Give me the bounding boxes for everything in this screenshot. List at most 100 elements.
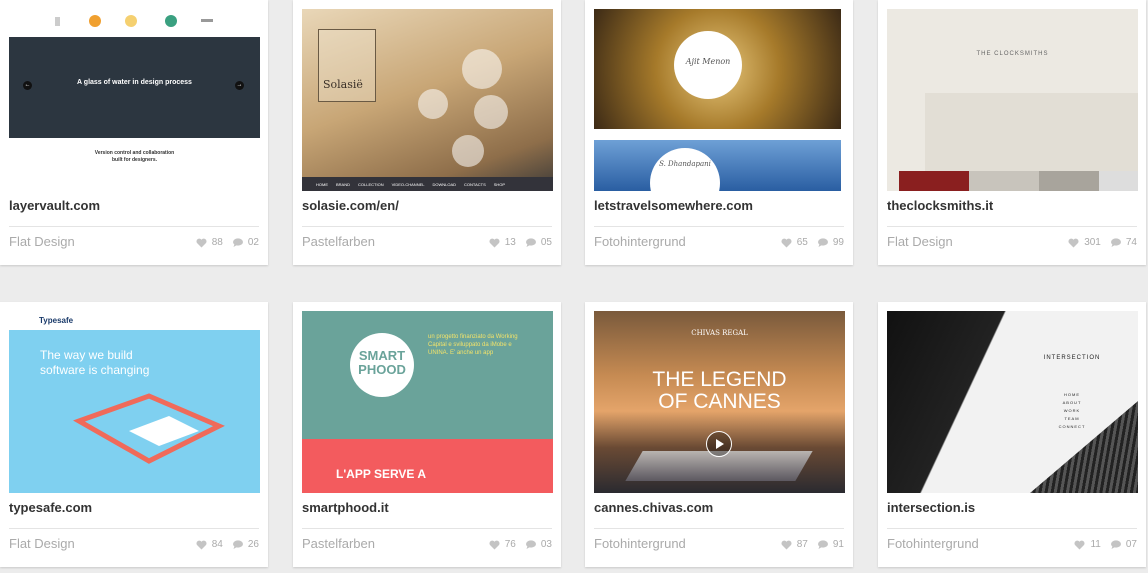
- comment-count-value: 02: [247, 237, 259, 248]
- site-thumbnail[interactable]: Solasië HOME BRAND COLLECTION VIDEO-CHAN…: [302, 9, 553, 191]
- category-link[interactable]: Pastelfarben: [302, 536, 375, 551]
- thumb-logo-line: PHOOD: [358, 362, 406, 377]
- thumb-logo: Solasië: [323, 78, 363, 91]
- site-thumbnail[interactable]: INTERSECTION HOME ABOUT WORK TEAM CONNEC…: [887, 311, 1138, 493]
- card-divider: [302, 226, 552, 227]
- like-count[interactable]: 11: [1074, 539, 1101, 550]
- thumb-headline: The way we build software is changing: [40, 348, 149, 378]
- thumb-circle: [452, 135, 484, 167]
- site-title[interactable]: solasie.com/en/: [302, 198, 399, 213]
- site-title[interactable]: theclocksmiths.it: [887, 198, 993, 213]
- like-count[interactable]: 88: [196, 237, 223, 248]
- like-count[interactable]: 65: [781, 237, 808, 248]
- thumb-circle: [474, 95, 508, 129]
- thumb-sub-line: Version control and collaboration: [94, 150, 175, 156]
- thumb-illustration: [73, 393, 225, 464]
- comment-bubble-icon: [1110, 540, 1121, 549]
- site-title[interactable]: intersection.is: [887, 500, 975, 515]
- card-stats: 301 74: [1068, 237, 1137, 248]
- thumb-menu-item: WORK: [1063, 408, 1081, 413]
- site-title[interactable]: letstravelsomewhere.com: [594, 198, 753, 213]
- comment-count[interactable]: 03: [525, 539, 552, 550]
- thumb-nav-item: DOWNLOAD: [432, 181, 457, 187]
- thumb-brand-block: INTERSECTION HOME ABOUT WORK TEAM CONNEC…: [1037, 355, 1107, 431]
- comment-bubble-icon: [817, 238, 828, 247]
- comment-count-value: 26: [247, 539, 259, 550]
- category-link[interactable]: Flat Design: [9, 536, 75, 551]
- heart-icon: [489, 238, 500, 247]
- site-thumbnail[interactable]: Ajit Menon S. Dhandapani: [594, 9, 845, 191]
- comment-count-value: 03: [540, 539, 552, 550]
- category-link[interactable]: Fotohintergrund: [594, 536, 686, 551]
- site-thumbnail[interactable]: SMART PHOOD un progetto finanziato da Wo…: [302, 311, 553, 493]
- site-thumbnail[interactable]: THE CLOCKSMITHS: [887, 9, 1138, 191]
- heart-icon: [781, 238, 792, 247]
- site-card[interactable]: Typesafe The way we build software is ch…: [0, 302, 268, 567]
- site-title[interactable]: typesafe.com: [9, 500, 92, 515]
- thumb-nav-item: BRAND: [336, 181, 351, 187]
- card-divider: [594, 226, 844, 227]
- like-count[interactable]: 13: [489, 237, 516, 248]
- thumb-headline-line: The way we build: [40, 348, 133, 362]
- thumb-headline-line: OF CANNES: [658, 390, 781, 413]
- thumb-logo-bubble: SMART PHOOD: [350, 333, 414, 397]
- category-link[interactable]: Flat Design: [9, 234, 75, 249]
- play-icon[interactable]: [706, 431, 732, 457]
- site-card[interactable]: ← A glass of water in design process → V…: [0, 0, 268, 265]
- comment-count[interactable]: 02: [232, 237, 259, 248]
- site-card[interactable]: INTERSECTION HOME ABOUT WORK TEAM CONNEC…: [878, 302, 1146, 567]
- thumb-topbar: [9, 9, 260, 37]
- category-link[interactable]: Fotohintergrund: [887, 536, 979, 551]
- card-divider: [594, 528, 844, 529]
- thumb-brand: CHIVAS REGAL: [691, 329, 748, 337]
- category-link[interactable]: Flat Design: [887, 234, 953, 249]
- comment-bubble-icon: [525, 238, 536, 247]
- comment-count[interactable]: 07: [1110, 539, 1137, 550]
- comment-count[interactable]: 91: [817, 539, 844, 550]
- thumb-logo-line: SMART: [358, 348, 406, 363]
- card-divider: [9, 226, 259, 227]
- heart-icon: [1074, 540, 1085, 549]
- comment-count[interactable]: 05: [525, 237, 552, 248]
- comment-count-value: 91: [832, 539, 844, 550]
- site-card[interactable]: CHIVAS REGAL THE LEGEND OF CANNES cannes…: [585, 302, 853, 567]
- thumb-tagline: un progetto finanziato da Working Capita…: [428, 334, 518, 356]
- comment-count[interactable]: 99: [817, 237, 844, 248]
- thumb-headline-line: THE LEGEND: [652, 368, 787, 391]
- like-count[interactable]: 87: [781, 539, 808, 550]
- comment-count[interactable]: 74: [1110, 237, 1137, 248]
- site-card[interactable]: Ajit Menon S. Dhandapani letstravelsomew…: [585, 0, 853, 265]
- comment-count-value: 74: [1125, 237, 1137, 248]
- card-divider: [9, 528, 259, 529]
- card-stats: 84 26: [196, 539, 259, 550]
- like-count[interactable]: 301: [1068, 237, 1101, 248]
- thumb-circle: Ajit Menon: [674, 31, 742, 99]
- like-count-value: 11: [1090, 539, 1101, 550]
- thumb-headline-line: software is changing: [40, 363, 150, 377]
- site-thumbnail[interactable]: CHIVAS REGAL THE LEGEND OF CANNES: [594, 311, 845, 493]
- comment-count[interactable]: 26: [232, 539, 259, 550]
- thumb-dome-photo: Ajit Menon: [594, 9, 841, 129]
- site-title[interactable]: cannes.chivas.com: [594, 500, 713, 515]
- site-title[interactable]: smartphood.it: [302, 500, 389, 515]
- comment-bubble-icon: [817, 540, 828, 549]
- like-count[interactable]: 84: [196, 539, 223, 550]
- site-title[interactable]: layervault.com: [9, 198, 100, 213]
- site-card[interactable]: THE CLOCKSMITHS theclocksmiths.it Flat D…: [878, 0, 1146, 265]
- card-stats: 87 91: [781, 539, 844, 550]
- like-count[interactable]: 76: [489, 539, 516, 550]
- thumb-nav-icons: [55, 15, 213, 27]
- site-card[interactable]: SMART PHOOD un progetto finanziato da Wo…: [293, 302, 561, 567]
- site-thumbnail[interactable]: ← A glass of water in design process → V…: [9, 9, 260, 191]
- like-count-value: 84: [211, 539, 223, 550]
- thumb-circle: S. Dhandapani: [650, 148, 720, 191]
- thumb-circle: [462, 49, 502, 89]
- site-thumbnail[interactable]: Typesafe The way we build software is ch…: [9, 311, 260, 493]
- site-card[interactable]: Solasië HOME BRAND COLLECTION VIDEO-CHAN…: [293, 0, 561, 265]
- thumb-subtext: Version control and collaboration built …: [9, 150, 260, 164]
- thumb-sky-photo: S. Dhandapani: [594, 140, 841, 191]
- thumb-logo-sign: Solasië: [318, 29, 376, 102]
- like-count-value: 13: [504, 237, 516, 248]
- category-link[interactable]: Fotohintergrund: [594, 234, 686, 249]
- category-link[interactable]: Pastelfarben: [302, 234, 375, 249]
